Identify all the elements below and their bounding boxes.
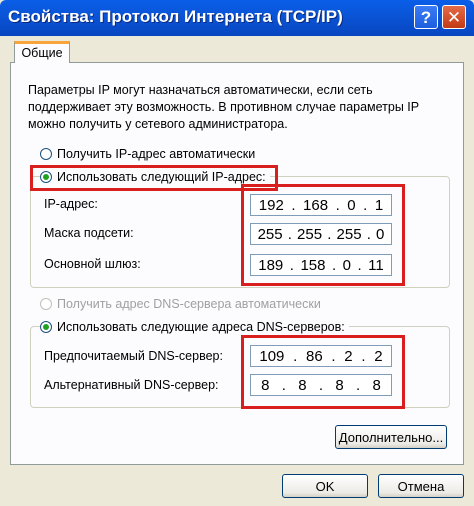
radio-ip-auto-label: Получить IP-адрес автоматически	[57, 147, 256, 161]
radio-dns-auto-label: Получить адрес DNS-сервера автоматически	[57, 297, 321, 311]
description-text: Параметры IP могут назначаться автоматич…	[28, 83, 419, 131]
radio-icon[interactable]	[40, 148, 52, 160]
highlight-dns-fields	[241, 335, 405, 409]
preferred-dns-label: Предпочитаемый DNS-сервер:	[44, 349, 223, 363]
radio-dns-auto[interactable]: Получить адрес DNS-сервера автоматически	[40, 297, 321, 311]
advanced-button[interactable]: Дополнительно...	[335, 425, 447, 449]
tab-general[interactable]: Общие	[14, 41, 70, 63]
title-bar[interactable]: Свойства: Протокол Интернета (TCP/IP) ? …	[0, 0, 474, 36]
radio-ip-auto[interactable]: Получить IP-адрес автоматически	[40, 147, 255, 161]
ok-button[interactable]: OK	[282, 474, 368, 498]
help-button[interactable]: ?	[414, 5, 438, 29]
close-button[interactable]: ✕	[442, 5, 466, 29]
radio-icon[interactable]	[40, 298, 52, 310]
alternate-dns-label: Альтернативный DNS-сервер:	[44, 378, 219, 392]
subnet-mask-label: Маска подсети:	[44, 226, 134, 240]
window-title: Свойства: Протокол Интернета (TCP/IP)	[8, 7, 343, 26]
radio-dns-manual[interactable]: Использовать следующие адреса DNS-сервер…	[40, 320, 349, 334]
highlight-ip-fields	[241, 184, 405, 286]
ip-address-label: IP-адрес:	[44, 197, 98, 211]
gateway-label: Основной шлюз:	[44, 257, 141, 271]
cancel-button[interactable]: Отмена	[378, 474, 464, 498]
radio-dns-manual-label: Использовать следующие адреса DNS-сервер…	[57, 320, 345, 334]
radio-icon[interactable]	[40, 321, 52, 333]
